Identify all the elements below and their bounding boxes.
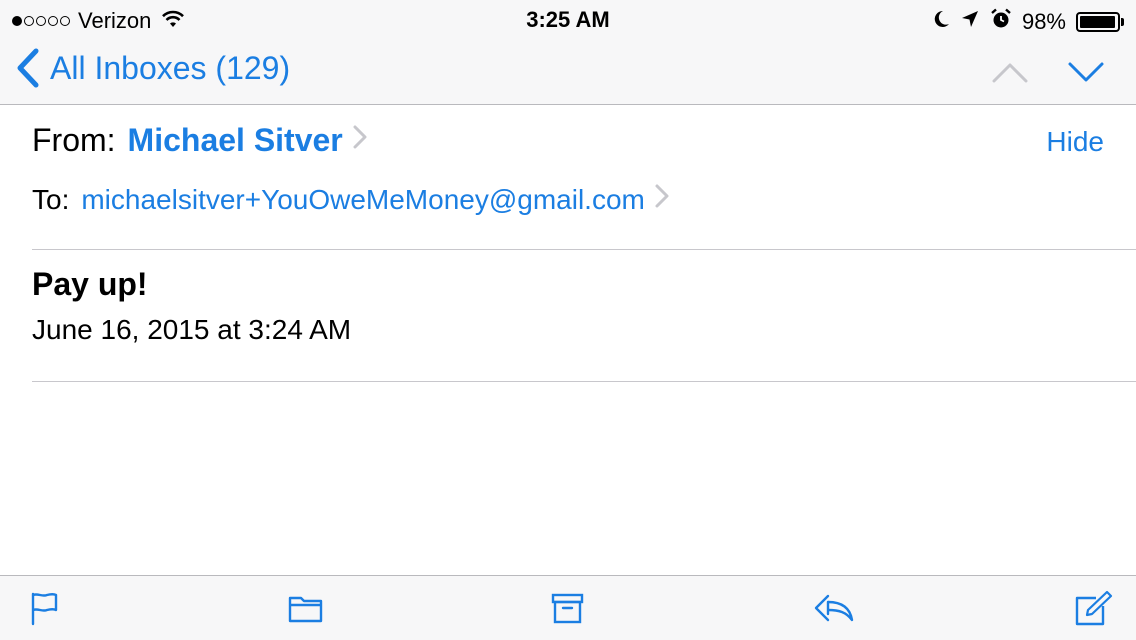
previous-message-button[interactable] <box>990 54 1030 95</box>
archive-button[interactable] <box>551 590 587 631</box>
flag-button[interactable] <box>28 590 62 631</box>
back-button[interactable]: All Inboxes (129) <box>14 48 290 88</box>
mail-message-screen: Verizon 3:25 AM 98% All Inboxes (129) Fr… <box>0 0 1136 640</box>
move-to-folder-button[interactable] <box>288 590 324 631</box>
compose-button[interactable] <box>1074 590 1114 633</box>
battery-icon <box>1076 12 1124 32</box>
flag-icon <box>31 592 58 626</box>
alarm-icon <box>990 8 1012 36</box>
battery-percent: 98% <box>1021 9 1066 34</box>
reply-icon <box>814 594 854 622</box>
sender-chevron-right-icon[interactable] <box>351 122 369 159</box>
chevron-left-icon <box>17 48 39 88</box>
recipient-address-link[interactable]: michaelsitver+YouOweMeMoney@gmail.com <box>81 184 645 216</box>
subject-divider <box>32 381 1136 382</box>
nav-bar: All Inboxes (129) <box>0 40 1136 104</box>
sender-name-link[interactable]: Michael Sitver <box>128 122 343 159</box>
message-date: June 16, 2015 at 3:24 AM <box>32 314 352 345</box>
archive-icon <box>551 593 584 624</box>
from-row: From: Michael Sitver <box>32 122 369 159</box>
top-bar: Verizon 3:25 AM 98% All Inboxes (129) <box>0 0 1136 105</box>
chevron-down-icon <box>1068 62 1104 82</box>
reply-button[interactable] <box>812 590 856 631</box>
back-button-label: All Inboxes (129) <box>50 49 291 86</box>
next-message-button[interactable] <box>1066 54 1106 95</box>
to-label: To: <box>32 183 70 215</box>
status-bar-right: 98% <box>932 8 1124 36</box>
hide-details-link[interactable]: Hide <box>1046 126 1104 158</box>
moon-icon <box>932 9 950 35</box>
to-row: To: michaelsitver+YouOweMeMoney@gmail.co… <box>32 182 671 217</box>
message-subject: Pay up! <box>32 266 148 302</box>
recipient-chevron-right-icon[interactable] <box>653 182 671 217</box>
bottom-toolbar <box>0 575 1136 640</box>
folder-icon <box>288 596 323 623</box>
from-label: From: <box>32 122 116 158</box>
status-bar: Verizon 3:25 AM 98% <box>0 0 1136 40</box>
header-divider <box>32 249 1136 250</box>
chevron-up-icon <box>992 63 1028 83</box>
location-arrow-icon <box>960 9 980 35</box>
compose-icon <box>1075 590 1113 626</box>
